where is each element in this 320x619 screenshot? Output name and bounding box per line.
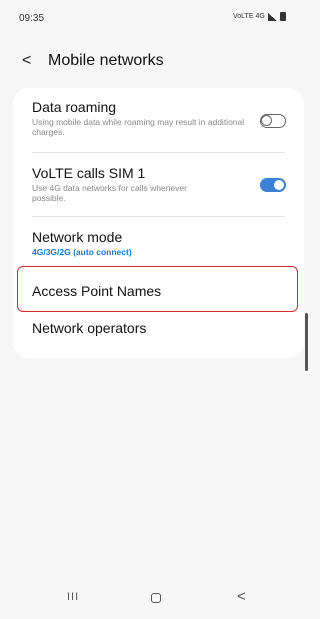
setting-title: VoLTE calls SIM 1 [32, 165, 146, 181]
setting-title: Data roaming [32, 99, 117, 115]
battery-icon [279, 12, 286, 21]
setting-data-roaming[interactable]: Data roaming Using mobile data while roa… [32, 99, 284, 137]
screen: 09:35 VoLTE 4G < Mobile networks Data ro… [0, 0, 310, 619]
setting-network-mode[interactable]: Network mode 4G/3G/2G (auto connect) [32, 229, 284, 257]
header: < Mobile networks [0, 46, 310, 76]
page-title: Mobile networks [48, 52, 164, 69]
highlight-box [17, 266, 298, 312]
setting-subtitle: Using mobile data while roaming may resu… [32, 117, 245, 138]
setting-volte-calls[interactable]: VoLTE calls SIM 1 Use 4G data networks f… [32, 165, 284, 203]
toggle-knob [261, 115, 272, 126]
back-arrow-icon[interactable]: < [22, 46, 48, 76]
setting-subtitle: Use 4G data networks for calls whenever … [32, 183, 187, 204]
status-time: 09:35 [19, 13, 45, 24]
status-bar: 09:35 VoLTE 4G [0, 0, 310, 30]
signal-icon [267, 12, 277, 21]
setting-title: Network operators [32, 320, 147, 336]
toggle-knob [273, 179, 285, 191]
home-icon[interactable] [151, 593, 161, 603]
setting-title: Network mode [32, 229, 123, 245]
recent-apps-icon[interactable]: III [67, 591, 79, 603]
data-roaming-toggle[interactable] [260, 114, 286, 128]
setting-value: 4G/3G/2G (auto connect) [32, 247, 132, 257]
network-type-label: VoLTE 4G [233, 13, 265, 20]
nav-bar: III < [0, 579, 310, 619]
settings-card: Data roaming Using mobile data while roa… [13, 88, 304, 358]
status-icons: VoLTE 4G [233, 12, 286, 21]
back-icon[interactable]: < [237, 588, 246, 605]
volte-calls-toggle[interactable] [260, 178, 286, 192]
scroll-indicator [305, 313, 308, 371]
divider [32, 216, 285, 217]
setting-network-operators[interactable]: Network operators [32, 320, 284, 336]
divider [32, 152, 285, 153]
